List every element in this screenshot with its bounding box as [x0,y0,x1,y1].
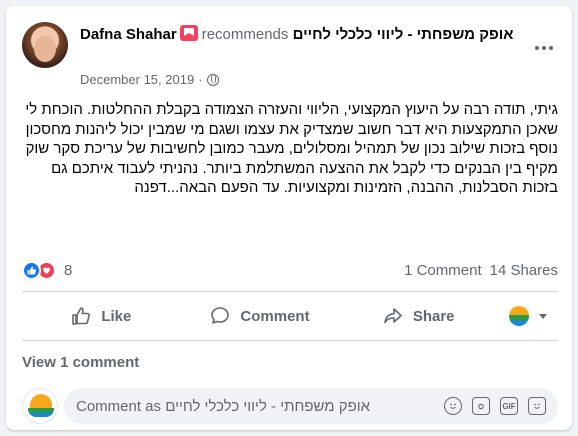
author-avatar[interactable] [22,22,68,68]
comment-count[interactable]: 1 Comment [404,262,482,279]
like-label: Like [101,307,132,325]
author-name[interactable]: Dafna Shahar [80,26,177,43]
page-avatar[interactable] [22,388,58,424]
comment-composer: Comment as אופק משפחתי - ליווי כלכלי לחי… [22,386,558,426]
comment-bubble-icon [210,306,230,326]
like-reaction-icon[interactable] [22,260,41,280]
share-arrow-icon [383,306,403,326]
post-date[interactable]: December 15, 2019 [80,72,194,87]
emoji-icon[interactable] [444,397,462,415]
share-button[interactable]: Share [339,298,498,334]
comment-tools: GIF [444,397,546,415]
share-count[interactable]: 14 Shares [490,262,558,279]
post-header: Dafna Shahar recommends אופק משפחתי - ליו… [22,22,562,92]
post-body: גיתי, תודה רבה על היעוץ המקצועי, הליווי … [25,101,558,197]
reactions-bar: 8 1 Comment 14 Shares [22,256,558,284]
share-label: Share [412,307,455,325]
post-meta: December 15, 2019 · [80,72,219,87]
action-bar: Like Comment Share [22,296,558,336]
page-name[interactable]: אופק משפחתי - ליווי כלכלי לחיים [293,26,514,43]
page-avatar-icon [509,306,530,326]
globe-icon [206,73,219,86]
recommends-text: recommends [201,26,289,43]
comment-button[interactable]: Comment [181,298,340,334]
post-card: Dafna Shahar recommends אופק משפחתי - ליו… [6,6,572,430]
page-selector-button[interactable] [498,298,558,334]
sticker-icon[interactable] [528,397,546,415]
divider [22,291,558,292]
meta-separator: · [198,72,203,87]
more-options-icon[interactable] [526,30,562,66]
chevron-down-icon [539,313,548,319]
like-button[interactable]: Like [22,298,181,334]
engagement-counts: 1 Comment 14 Shares [404,262,558,279]
recommend-badge-icon [179,25,198,41]
comment-input[interactable]: Comment as אופק משפחתי - ליווי כלכלי לחי… [64,388,558,424]
camera-icon[interactable] [472,397,490,415]
view-comments-link[interactable]: View 1 comment [22,354,139,371]
comment-label: Comment [240,307,310,325]
gif-icon[interactable]: GIF [500,397,518,415]
reaction-count[interactable]: 8 [64,262,72,279]
comment-placeholder: Comment as אופק משפחתי - ליווי כלכלי לחי… [76,397,371,415]
post-title-line: Dafna Shahar recommends אופק משפחתי - ליו… [80,24,535,45]
divider [22,340,558,341]
thumbs-up-icon [71,306,91,326]
